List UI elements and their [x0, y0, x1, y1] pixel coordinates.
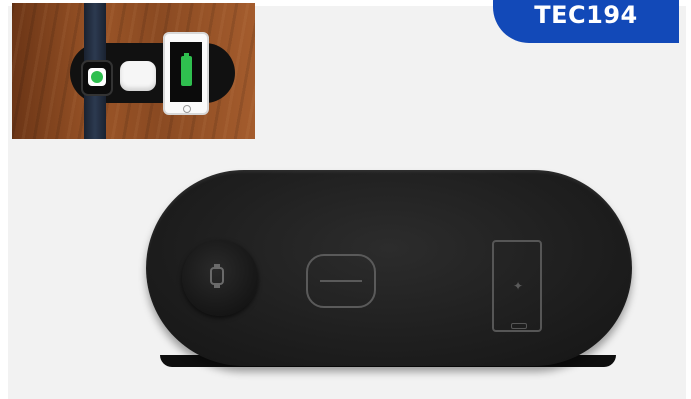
- bolt-icon: ✦: [513, 279, 524, 293]
- watch-charging-puck: [182, 240, 258, 316]
- charging-bolt-icon: [91, 71, 103, 83]
- wireless-charging-pad: ✦: [146, 170, 632, 366]
- earbuds-icon: [306, 254, 376, 308]
- home-button-icon: [183, 105, 191, 113]
- inset-earbuds-case-icon: [120, 61, 156, 91]
- phone-charging-icon: ✦: [492, 240, 542, 332]
- model-badge-label: TEC194: [534, 1, 638, 29]
- battery-level-icon: [181, 53, 192, 86]
- model-badge: TEC194: [493, 0, 679, 43]
- inset-watch-charging-icon: [81, 60, 113, 96]
- watch-icon: [210, 264, 224, 288]
- inset-phone-battery-icon: [163, 32, 209, 115]
- product-in-use-photo: [12, 3, 255, 139]
